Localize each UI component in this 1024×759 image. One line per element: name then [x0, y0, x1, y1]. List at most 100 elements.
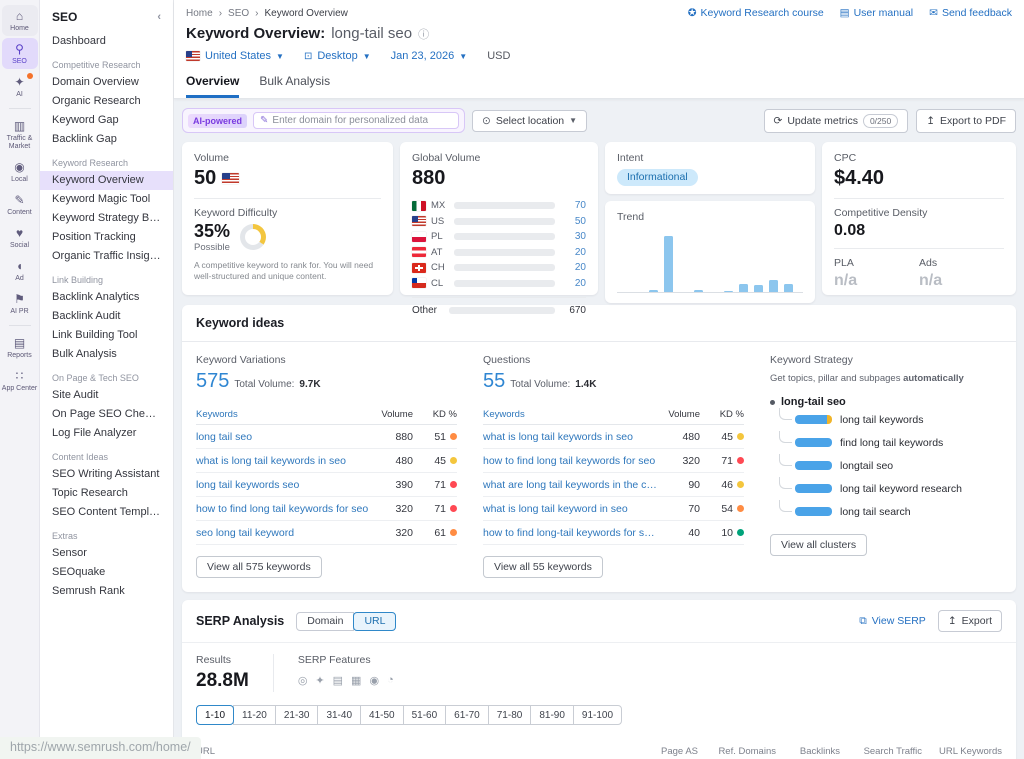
- device-filter[interactable]: ⊡ Desktop▼: [304, 50, 371, 62]
- sidebar-item-backlink-analytics[interactable]: Backlink Analytics: [40, 288, 173, 307]
- keyword-link[interactable]: how to find long-tail keywords for saas …: [483, 527, 658, 539]
- kd-dot-icon: [737, 433, 744, 440]
- rail-item-seo[interactable]: ⚲SEO: [2, 38, 38, 69]
- date-filter[interactable]: Jan 23, 2026▼: [391, 50, 468, 62]
- rail-item-ai[interactable]: ✦AI: [2, 71, 38, 102]
- sidebar-item-backlink-gap[interactable]: Backlink Gap: [40, 130, 173, 149]
- cluster-item[interactable]: longtail seo: [779, 454, 1002, 477]
- rail-item-local[interactable]: ◉Local: [2, 156, 38, 187]
- rail-item-content[interactable]: ✎Content: [2, 189, 38, 220]
- rail-item-home[interactable]: ⌂Home: [2, 5, 38, 36]
- keyword-row: how to find long tail keywords for seo32…: [196, 497, 457, 521]
- keyword-link[interactable]: what is long tail keyword in seo: [483, 503, 658, 515]
- breadcrumb-item[interactable]: Keyword Overview: [265, 8, 348, 19]
- sidebar-item-organic-traffic-insights[interactable]: Organic Traffic Insights: [40, 247, 173, 266]
- view-all-keywords-button[interactable]: View all 575 keywords: [196, 556, 322, 578]
- view-serp-link[interactable]: ⧉ View SERP: [859, 615, 926, 628]
- sidebar-item-on-page-seo-checker[interactable]: On Page SEO Checker: [40, 405, 173, 424]
- page-button-21-30[interactable]: 21-30: [275, 705, 319, 725]
- sidebar-item-keyword-magic-tool[interactable]: Keyword Magic Tool: [40, 190, 173, 209]
- cluster-bar-icon: [795, 507, 832, 516]
- cluster-root: long-tail seo: [770, 396, 1002, 408]
- cluster-item[interactable]: long tail keywords: [779, 408, 1002, 431]
- keyword-link[interactable]: what is long tail keywords in seo: [483, 431, 658, 443]
- rail-item-reports[interactable]: ▤Reports: [2, 332, 38, 363]
- sidebar-item-sensor[interactable]: Sensor: [40, 544, 173, 563]
- user-manual-link[interactable]: ▤User manual: [840, 7, 913, 19]
- keyword-link[interactable]: how to find long tail keywords for seo: [483, 455, 658, 467]
- ai-overview-icon: ✦: [315, 674, 324, 687]
- export-to-pdf-button[interactable]: ↥ Export to PDF: [916, 109, 1016, 133]
- page-button-81-90[interactable]: 81-90: [530, 705, 574, 725]
- sidebar-item-log-file-analyzer[interactable]: Log File Analyzer: [40, 424, 173, 443]
- view-all-keywords-button[interactable]: View all 55 keywords: [483, 556, 603, 578]
- cluster-item[interactable]: long tail keyword research: [779, 477, 1002, 500]
- sidebar-item-site-audit[interactable]: Site Audit: [40, 386, 173, 405]
- keyword-row: long tail seo88051: [196, 425, 457, 449]
- sidebar-item-keyword-overview[interactable]: Keyword Overview: [40, 171, 173, 190]
- rail-item-traffic-market[interactable]: ▥Traffic & Market: [2, 115, 38, 154]
- keyword-link[interactable]: how to find long tail keywords for seo: [196, 503, 371, 515]
- page-button-51-60[interactable]: 51-60: [403, 705, 447, 725]
- page-button-1-10[interactable]: 1-10: [196, 705, 234, 725]
- tree-connector: [779, 454, 792, 466]
- breadcrumb-item[interactable]: Home: [186, 8, 213, 19]
- sidebar-item-semrush-rank[interactable]: Semrush Rank: [40, 582, 173, 601]
- send-feedback-link[interactable]: ✉Send feedback: [929, 7, 1012, 19]
- refresh-icon: ⟳: [774, 115, 783, 127]
- tree-connector: [779, 477, 792, 489]
- page-button-71-80[interactable]: 71-80: [488, 705, 532, 725]
- tab-overview[interactable]: Overview: [186, 74, 239, 98]
- keyword-link[interactable]: long tail seo: [196, 431, 371, 443]
- sidebar-item-keyword-strategy-builder[interactable]: Keyword Strategy Builder: [40, 209, 173, 228]
- at-flag-icon: [412, 247, 426, 257]
- sidebar-item-dashboard[interactable]: Dashboard: [40, 32, 173, 51]
- sidebar-item-backlink-audit[interactable]: Backlink Audit: [40, 307, 173, 326]
- sidebar-item-seo-content-template[interactable]: SEO Content Template: [40, 503, 173, 522]
- tab-bulk-analysis[interactable]: Bulk Analysis: [259, 74, 330, 98]
- cluster-item[interactable]: find long tail keywords: [779, 431, 1002, 454]
- page-button-61-70[interactable]: 61-70: [445, 705, 489, 725]
- page-button-31-40[interactable]: 31-40: [317, 705, 361, 725]
- update-metrics-button[interactable]: ⟳ Update metrics 0/250: [764, 109, 909, 133]
- country-filter[interactable]: United States▼: [186, 50, 284, 62]
- keyword-strategy-section: Keyword Strategy Get topics, pillar and …: [770, 354, 1002, 578]
- select-location-dropdown[interactable]: ⊙ Select location ▼: [472, 110, 587, 132]
- page-button-11-20[interactable]: 11-20: [233, 705, 276, 725]
- breadcrumb-item[interactable]: SEO: [228, 8, 249, 19]
- page-button-91-100[interactable]: 91-100: [573, 705, 622, 725]
- sidebar-item-seo-writing-assistant[interactable]: SEO Writing Assistant: [40, 465, 173, 484]
- rail-item-social[interactable]: ♥Social: [2, 222, 38, 253]
- view-all-clusters-button[interactable]: View all clusters: [770, 534, 867, 556]
- sidebar-item-domain-overview[interactable]: Domain Overview: [40, 73, 173, 92]
- cluster-item[interactable]: long tail search: [779, 500, 1002, 523]
- keyword-link[interactable]: what is long tail keywords in seo: [196, 455, 371, 467]
- page-button-41-50[interactable]: 41-50: [360, 705, 404, 725]
- domain-input[interactable]: [272, 115, 452, 126]
- sidebar-section-heading: Content Ideas: [40, 443, 173, 465]
- sidebar-item-seoquake[interactable]: SEOquake: [40, 563, 173, 582]
- export-button[interactable]: ↥ Export: [938, 610, 1002, 632]
- global-volume-card: Global Volume 880 MX70US50PL30AT20CH20CL…: [400, 142, 598, 295]
- sidebar-item-link-building-tool[interactable]: Link Building Tool: [40, 326, 173, 345]
- rail-item-ad[interactable]: ◖Ad: [2, 255, 38, 286]
- keyword-link[interactable]: long tail keywords seo: [196, 479, 371, 491]
- sidebar-item-topic-research[interactable]: Topic Research: [40, 484, 173, 503]
- collapse-sidebar-button[interactable]: ‹: [157, 11, 161, 23]
- toggle-domain[interactable]: Domain: [296, 612, 354, 631]
- sidebar-item-bulk-analysis[interactable]: Bulk Analysis: [40, 345, 173, 364]
- toggle-url[interactable]: URL: [353, 612, 396, 631]
- sidebar-item-keyword-gap[interactable]: Keyword Gap: [40, 111, 173, 130]
- global-volume-row: MX70: [412, 198, 586, 214]
- ai-pen-icon: ✎: [260, 115, 268, 126]
- sidebar-item-position-tracking[interactable]: Position Tracking: [40, 228, 173, 247]
- section-count: 55Total Volume: 1.4K: [483, 370, 744, 393]
- info-icon[interactable]: ⓘ: [418, 26, 429, 42]
- keyword-link[interactable]: seo long tail keyword: [196, 527, 371, 539]
- sidebar-item-organic-research[interactable]: Organic Research: [40, 92, 173, 111]
- keyword-link[interactable]: what are long tail keywords in the conte…: [483, 479, 658, 491]
- course-link[interactable]: ✪Keyword Research course: [688, 7, 824, 19]
- rail-item-ai-pr[interactable]: ⚑AI PR: [2, 288, 38, 319]
- rail-item-app-center[interactable]: ∷App Center: [2, 365, 38, 396]
- reports-icon: ▤: [14, 336, 25, 350]
